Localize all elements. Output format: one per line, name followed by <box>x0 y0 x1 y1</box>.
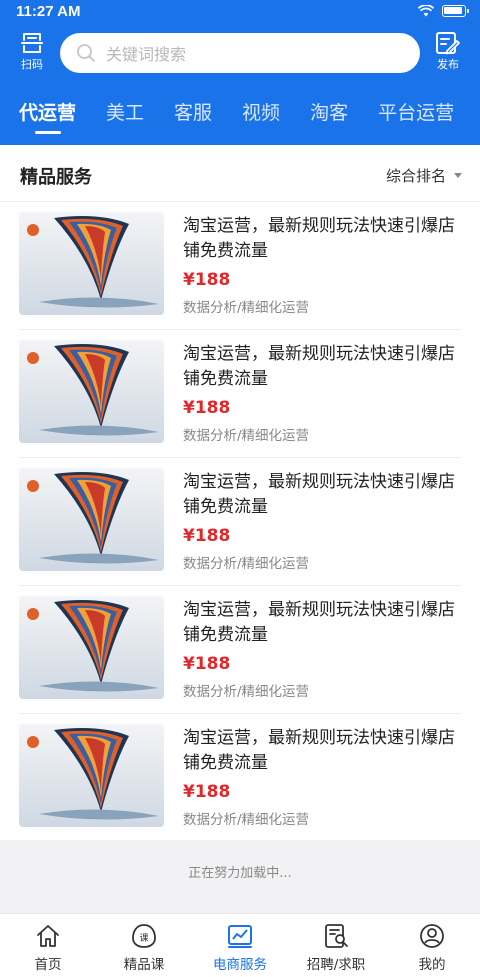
scan-button[interactable]: 扫码 <box>14 31 50 77</box>
item-title: 淘宝运营，最新规则玩法快速引爆店铺免费流量 <box>183 344 455 389</box>
thumbnail-image <box>19 724 164 827</box>
tabbar-item-home[interactable]: 首页 <box>0 914 96 977</box>
item-tags: 数据分析/精细化运营 <box>183 684 310 700</box>
recruit-icon <box>325 924 348 948</box>
item-price: ¥188 <box>183 526 231 546</box>
item-price: ¥188 <box>183 782 231 802</box>
list-item[interactable]: 淘宝运营，最新规则玩法快速引爆店铺免费流量 ¥188 数据分析/精细化运营 <box>19 330 461 458</box>
home-icon <box>37 925 59 947</box>
publish-label: 发布 <box>437 58 459 71</box>
category-tabs: 代运营 美工 客服 视频 淘客 平台运营 <box>0 92 480 136</box>
tabbar-item-course[interactable]: 课 精品课 <box>96 914 192 977</box>
tabbar-item-recruit[interactable]: 招聘/求职 <box>288 914 384 977</box>
tab-label: 平台运营 <box>378 102 455 124</box>
thumbnail-image <box>19 212 164 315</box>
tabbar-label: 招聘/求职 <box>306 957 366 973</box>
tab-meigong[interactable]: 美工 <box>106 92 144 136</box>
search-icon <box>77 44 95 62</box>
item-tags: 数据分析/精细化运营 <box>183 300 310 316</box>
item-tags: 数据分析/精细化运营 <box>183 556 310 572</box>
tabbar-item-profile[interactable]: 我的 <box>384 914 480 977</box>
tab-label: 视频 <box>242 102 281 124</box>
tab-taoke[interactable]: 淘客 <box>310 92 348 136</box>
battery-icon <box>442 5 469 17</box>
tab-label: 客服 <box>174 102 213 124</box>
section-header: 精品服务 综合排名 <box>0 145 480 202</box>
edit-icon <box>436 32 460 55</box>
tabbar-label: 精品课 <box>123 957 165 973</box>
search-input[interactable]: 关键词搜索 <box>60 33 420 73</box>
item-title: 淘宝运营，最新规则玩法快速引爆店铺免费流量 <box>183 600 455 645</box>
item-tags: 数据分析/精细化运营 <box>183 428 310 444</box>
list-item[interactable]: 淘宝运营，最新规则玩法快速引爆店铺免费流量 ¥188 数据分析/精细化运营 <box>19 714 461 842</box>
tab-daiyunying[interactable]: 代运营 <box>19 92 76 136</box>
service-list: 淘宝运营，最新规则玩法快速引爆店铺免费流量 ¥188 数据分析/精细化运营 淘宝… <box>0 202 480 840</box>
thumbnail-image <box>19 340 164 443</box>
tabbar-label: 电商服务 <box>213 957 267 973</box>
svg-text:课: 课 <box>139 933 148 944</box>
tab-shipin[interactable]: 视频 <box>242 92 280 136</box>
sort-dropdown[interactable]: 综合排名 <box>386 165 462 186</box>
wifi-icon <box>418 5 434 17</box>
tab-pingtai-yunying[interactable]: 平台运营 <box>378 92 454 136</box>
search-placeholder: 关键词搜索 <box>106 45 187 64</box>
list-item[interactable]: 淘宝运营，最新规则玩法快速引爆店铺免费流量 ¥188 数据分析/精细化运营 <box>19 586 461 714</box>
tab-kefu[interactable]: 客服 <box>174 92 212 136</box>
tab-label: 代运营 <box>19 102 77 124</box>
list-item[interactable]: 淘宝运营，最新规则玩法快速引爆店铺免费流量 ¥188 数据分析/精细化运营 <box>19 202 461 330</box>
thumbnail-image <box>19 596 164 699</box>
course-icon: 课 <box>132 924 156 948</box>
bottom-tab-bar: 首页 课 精品课 电商服务 招聘/求职 我的 <box>0 913 480 977</box>
item-title: 淘宝运营，最新规则玩法快速引爆店铺免费流量 <box>183 472 455 517</box>
status-time: 11:27 AM <box>16 3 81 20</box>
ecommerce-icon <box>228 925 252 948</box>
tabbar-label: 首页 <box>34 957 62 973</box>
item-title: 淘宝运营，最新规则玩法快速引爆店铺免费流量 <box>183 728 455 773</box>
tabbar-label: 我的 <box>418 957 446 973</box>
sort-label: 综合排名 <box>385 167 446 185</box>
status-icons <box>418 5 469 17</box>
list-item[interactable]: 淘宝运营，最新规则玩法快速引爆店铺免费流量 ¥188 数据分析/精细化运营 <box>19 458 461 586</box>
item-price: ¥188 <box>183 654 231 674</box>
caret-down-icon <box>454 173 462 178</box>
tab-label: 淘客 <box>310 102 349 124</box>
item-price: ¥188 <box>183 270 231 290</box>
tab-label: 美工 <box>106 102 145 124</box>
scan-label: 扫码 <box>21 58 43 71</box>
section-title: 精品服务 <box>20 167 92 188</box>
item-tags: 数据分析/精细化运营 <box>183 812 310 828</box>
scan-icon <box>21 33 43 53</box>
thumbnail-image <box>19 468 164 571</box>
item-price: ¥188 <box>183 398 231 418</box>
publish-button[interactable]: 发布 <box>430 31 466 77</box>
item-title: 淘宝运营，最新规则玩法快速引爆店铺免费流量 <box>183 216 455 261</box>
active-tab-indicator <box>34 131 61 134</box>
loading-text: 正在努力加载中... <box>188 866 292 881</box>
profile-icon <box>420 924 444 948</box>
status-bar: 11:27 AM <box>0 0 480 26</box>
header: 11:27 AM 扫码 关键词搜索 发布 代运营 美工 客服 视频 淘客 平台运… <box>0 0 480 145</box>
tabbar-item-ecommerce[interactable]: 电商服务 <box>192 914 288 977</box>
